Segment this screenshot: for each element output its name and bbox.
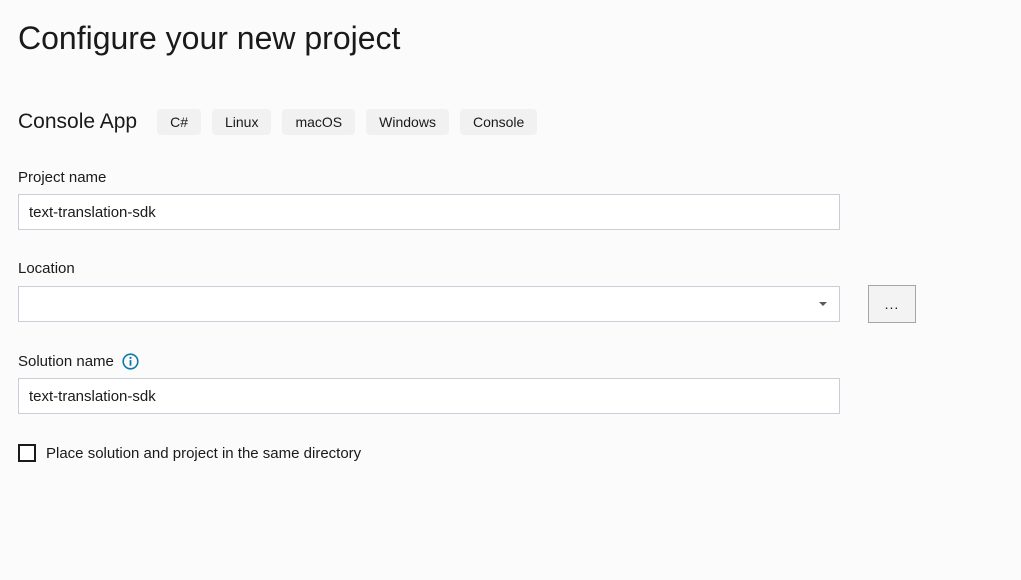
tag-console: Console <box>460 109 537 135</box>
same-directory-label[interactable]: Place solution and project in the same d… <box>46 445 361 462</box>
solution-name-label-text: Solution name <box>18 353 114 370</box>
browse-button[interactable]: ... <box>868 285 916 323</box>
chevron-down-icon <box>819 302 827 306</box>
solution-name-label: Solution name <box>18 353 1003 370</box>
tag-windows: Windows <box>366 109 449 135</box>
tag-csharp: C# <box>157 109 201 135</box>
location-combobox[interactable] <box>18 286 840 322</box>
solution-name-input[interactable] <box>18 378 840 414</box>
project-name-field: Project name <box>18 169 1003 230</box>
info-icon[interactable] <box>122 353 139 370</box>
template-name: Console App <box>18 110 137 134</box>
location-label: Location <box>18 260 1003 277</box>
solution-name-field: Solution name <box>18 353 1003 414</box>
template-tags: C# Linux macOS Windows Console <box>157 109 537 135</box>
project-name-input[interactable] <box>18 194 840 230</box>
template-row: Console App C# Linux macOS Windows Conso… <box>18 109 1003 135</box>
location-field: Location ... <box>18 260 1003 323</box>
tag-linux: Linux <box>212 109 271 135</box>
page-title: Configure your new project <box>18 20 1003 57</box>
same-directory-row: Place solution and project in the same d… <box>18 444 1003 462</box>
same-directory-checkbox[interactable] <box>18 444 36 462</box>
tag-macos: macOS <box>282 109 355 135</box>
project-name-label: Project name <box>18 169 1003 186</box>
